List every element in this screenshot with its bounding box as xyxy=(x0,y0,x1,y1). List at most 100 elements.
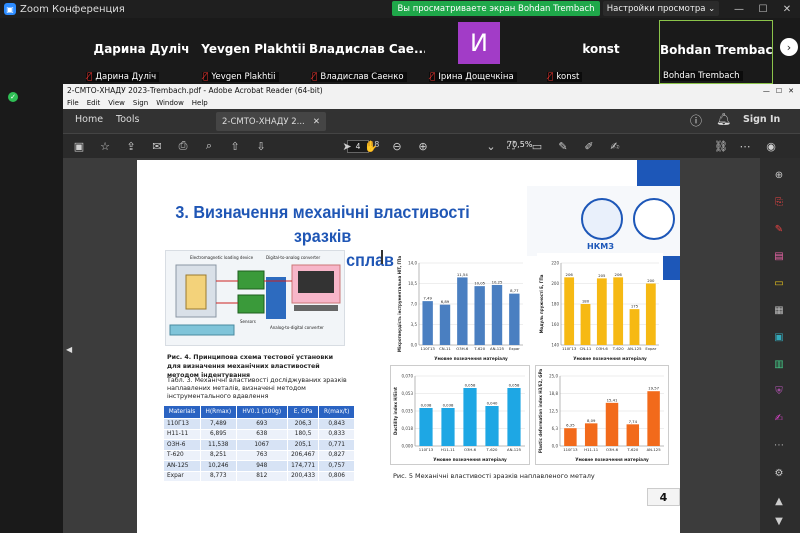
draw-icon[interactable]: ✐ xyxy=(581,139,597,153)
menu-file[interactable]: File xyxy=(67,99,79,107)
table-cell: 1067 xyxy=(235,439,288,451)
maximize-icon[interactable]: ☐ xyxy=(776,87,782,95)
scroll-down-icon[interactable]: ▼ xyxy=(772,514,786,528)
print-icon[interactable]: ⎙ xyxy=(175,139,191,153)
organize-pages-icon[interactable]: ▦ xyxy=(772,303,786,317)
x-tick-label: О3Н-6 xyxy=(464,447,477,452)
close-icon[interactable]: ✕ xyxy=(778,2,796,16)
menu-window[interactable]: Window xyxy=(156,99,184,107)
comment-tool-icon[interactable]: ▭ xyxy=(772,276,786,290)
participant-tile[interactable]: Владислав Сае... 🎙̸ Владислав Саенко xyxy=(309,20,425,84)
y-tick-label: 160 xyxy=(551,322,559,327)
more-tools-icon[interactable]: ⋯ xyxy=(772,438,786,452)
chart-ductility-index: 0,000 0,018 0,035 0,053 0,070 0,038 110Г13 0,03… xyxy=(390,365,530,465)
y-tick-label: 0,0 xyxy=(411,343,418,348)
maximize-icon[interactable]: ☐ xyxy=(754,2,772,16)
sign-in-button[interactable]: Sign In xyxy=(743,114,780,125)
data-label: 10,25 xyxy=(492,279,503,284)
view-settings-button[interactable]: Настройки просмотра ⌄ xyxy=(603,1,719,16)
tab-home[interactable]: Home xyxy=(75,114,103,125)
notifications-icon[interactable]: 🔔︎ xyxy=(716,112,731,126)
participant-tile[interactable]: Yevgen Plakhtii 🎙̸ Yevgen Plakhtii xyxy=(200,20,307,84)
zoom-in-tool-icon[interactable]: ⊕ xyxy=(772,168,786,182)
y-tick-label: 200 xyxy=(551,281,559,286)
view-settings-label: Настройки просмотра xyxy=(606,3,706,14)
highlight-icon[interactable]: ✎ xyxy=(555,139,571,153)
fill-sign-tool-icon[interactable]: ✍ xyxy=(772,411,786,425)
scan-icon[interactable]: ▣ xyxy=(772,330,786,344)
search-icon[interactable]: ⌕ xyxy=(201,139,217,153)
page-up-icon[interactable]: ⇧ xyxy=(227,139,243,153)
x-tick-label: AN-125 xyxy=(647,447,662,452)
y-tick-label: 18,8 xyxy=(549,391,558,396)
export-pdf-icon[interactable]: ⎘ xyxy=(772,195,786,209)
table-cell: 763 xyxy=(235,449,288,461)
edit-pdf-icon[interactable]: ✎ xyxy=(772,222,786,236)
data-label: 15,41 xyxy=(607,397,618,402)
protect-icon[interactable]: ⛨ xyxy=(772,384,786,398)
data-label: 0,038 xyxy=(421,403,432,408)
y-tick-label: 7,0 xyxy=(411,302,418,307)
upload-icon[interactable]: ⇪ xyxy=(123,139,139,153)
tab-tools[interactable]: Tools xyxy=(116,114,139,125)
help-icon[interactable]: ⓘ xyxy=(690,112,702,129)
fit-page-icon[interactable]: ⛶ xyxy=(503,139,519,153)
collapse-left-panel-icon[interactable]: ◀ xyxy=(66,345,72,354)
close-tab-icon[interactable]: ✕ xyxy=(313,117,320,127)
select-cursor-icon[interactable]: ➤ xyxy=(339,139,355,153)
close-icon[interactable]: ✕ xyxy=(788,87,794,95)
minimize-icon[interactable]: — xyxy=(763,87,770,95)
zoom-out-icon[interactable]: ⊖ xyxy=(389,139,405,153)
minimize-icon[interactable]: — xyxy=(730,2,748,16)
share-icon[interactable]: ✉ xyxy=(149,139,165,153)
table-cell: 206,3 xyxy=(286,418,320,430)
participant-tile[interactable]: konst 🎙̸ konst xyxy=(545,20,657,84)
acrobat-menu-bar: File Edit View Sign Window Help xyxy=(63,97,800,109)
y-tick-label: 0,000 xyxy=(402,444,414,449)
hand-tool-icon[interactable]: ✋ xyxy=(363,139,379,153)
menu-view[interactable]: View xyxy=(108,99,125,107)
chart-bar xyxy=(509,293,520,345)
x-axis-label: Умовне позначення матеріалу xyxy=(434,356,508,361)
star-icon[interactable]: ☆ xyxy=(97,139,113,153)
scroll-up-icon[interactable]: ▲ xyxy=(772,494,786,508)
next-page-arrow-icon[interactable]: › xyxy=(780,38,798,56)
participant-label: Bohdan Trembach xyxy=(662,71,743,81)
participant-label: 🎙̸ Дарина Дуліч xyxy=(86,72,160,82)
page-down-icon[interactable]: ⇩ xyxy=(253,139,269,153)
chevron-down-icon: ⌄ xyxy=(708,3,716,14)
save-icon[interactable]: ▣ xyxy=(71,139,87,153)
compress-icon[interactable]: ▥ xyxy=(772,357,786,371)
account-icon[interactable]: ◉ xyxy=(763,139,779,153)
more-tools-icon[interactable]: ⋯ xyxy=(737,139,753,153)
share-link-icon[interactable]: ⛓ xyxy=(713,139,729,153)
acrobat-window-title: 2-СМТО-ХНАДУ 2023-Trembach.pdf - Adobe A… xyxy=(67,86,323,95)
chart-bar xyxy=(596,278,607,345)
data-label: 0,058 xyxy=(509,383,520,388)
chart-bar xyxy=(564,428,577,446)
data-label: 7,74 xyxy=(629,419,638,424)
participant-tile-active-speaker[interactable]: Bohdan Trembach Bohdan Trembach xyxy=(659,20,773,84)
create-pdf-icon[interactable]: ▤ xyxy=(772,249,786,263)
menu-help[interactable]: Help xyxy=(192,99,208,107)
mic-muted-icon: 🎙̸ xyxy=(312,72,318,82)
table-cell: 0,757 xyxy=(318,460,355,472)
x-tick-label: 110Г13 xyxy=(419,447,434,452)
chevron-down-icon[interactable]: ⌄ xyxy=(483,139,499,153)
settings-icon[interactable]: ⚙ xyxy=(772,466,786,480)
tab-document[interactable]: 2-СМТО-ХНАДУ 2... ✕ xyxy=(216,112,326,131)
comment-icon[interactable]: ▭ xyxy=(529,139,545,153)
data-label: 0,038 xyxy=(443,403,454,408)
setup-label: Sensors xyxy=(240,319,256,324)
menu-edit[interactable]: Edit xyxy=(87,99,101,107)
menu-sign[interactable]: Sign xyxy=(133,99,148,107)
pdf-page[interactable]: НКМЗ 3. Визначення механічні властивості… xyxy=(137,160,680,533)
data-label: 0,058 xyxy=(465,383,476,388)
setup-label: Electromagnetic loading device xyxy=(190,255,254,260)
fill-sign-icon[interactable]: ✍ xyxy=(607,139,623,153)
chart-svg: 140 160 180 200 220 206 110Г13 180 CN-11 205 О3Н-6… xyxy=(539,261,659,361)
zoom-logo-icon: ▣ xyxy=(4,3,16,15)
participant-tile[interactable]: Дарина Дуліч 🎙̸ Дарина Дуліч xyxy=(84,20,199,84)
data-label: 175 xyxy=(631,304,639,309)
zoom-in-icon[interactable]: ⊕ xyxy=(415,139,431,153)
